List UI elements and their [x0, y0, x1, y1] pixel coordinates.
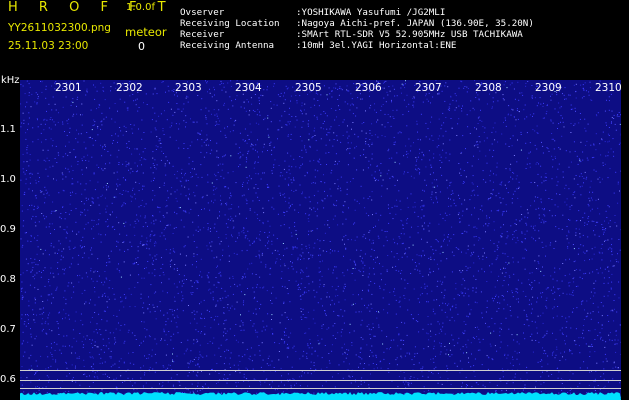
spectrogram-noise	[20, 80, 621, 400]
time-tick-2305: 2305	[295, 82, 322, 94]
station-info: Ovserver :YOSHIKAWA Yasufumi /JG2MLI Rec…	[180, 7, 534, 51]
image-filename: YY2611032300.png	[8, 22, 111, 34]
meteor-label: meteor	[125, 25, 167, 39]
time-tick-2302: 2302	[116, 82, 143, 94]
info-value: :YOSHIKAWA Yasufumi /JG2MLI	[296, 7, 446, 18]
info-value: :Nagoya Aichi-pref. JAPAN (136.90E, 35.2…	[296, 18, 534, 29]
time-tick-2304: 2304	[235, 82, 262, 94]
freq-tick-1-0: 1.0	[0, 174, 16, 185]
header-panel: H R O F F T 1.0.0f YY2611032300.png mete…	[0, 0, 629, 76]
info-key: Receiving Antenna	[180, 40, 275, 51]
info-row-location: Receiving Location :Nagoya Aichi-pref. J…	[180, 18, 534, 29]
info-value: :10mH 3el.YAGI Horizontal:ENE	[296, 40, 457, 51]
marker-line-upper	[20, 370, 621, 371]
info-row-receiver: Receiver :SMArt RTL-SDR V5 52.905MHz USB…	[180, 29, 534, 40]
freq-tick-0-6: 0.6	[0, 374, 16, 385]
info-key: Ovserver	[180, 7, 225, 18]
time-tick-2301: 2301	[55, 82, 82, 94]
time-tick-2308: 2308	[475, 82, 502, 94]
info-key: Receiving Location	[180, 18, 280, 29]
time-tick-2307: 2307	[415, 82, 442, 94]
freq-tick-0-9: 0.9	[0, 224, 16, 235]
app-version: 1.0.0f	[126, 2, 155, 13]
info-value: :SMArt RTL-SDR V5 52.905MHz USB TACHIKAW…	[296, 29, 523, 40]
freq-unit-label: kHz	[1, 75, 20, 86]
spectrogram-plot	[20, 80, 621, 400]
datetime-label: 25.11.03 23:00	[8, 40, 89, 52]
freq-tick-1-1: 1.1	[0, 124, 16, 135]
info-row-antenna: Receiving Antenna :10mH 3el.YAGI Horizon…	[180, 40, 534, 51]
freq-tick-0-7: 0.7	[0, 324, 16, 335]
freq-tick-0-8: 0.8	[0, 274, 16, 285]
meteor-count: 0	[138, 40, 145, 53]
time-tick-2306: 2306	[355, 82, 382, 94]
time-tick-2309: 2309	[535, 82, 562, 94]
time-tick-2310: 2310	[595, 82, 622, 94]
time-tick-2303: 2303	[175, 82, 202, 94]
info-key: Receiver	[180, 29, 225, 40]
info-row-observer: Ovserver :YOSHIKAWA Yasufumi /JG2MLI	[180, 7, 534, 18]
marker-line-lower	[20, 388, 621, 389]
marker-line-middle	[20, 380, 621, 381]
